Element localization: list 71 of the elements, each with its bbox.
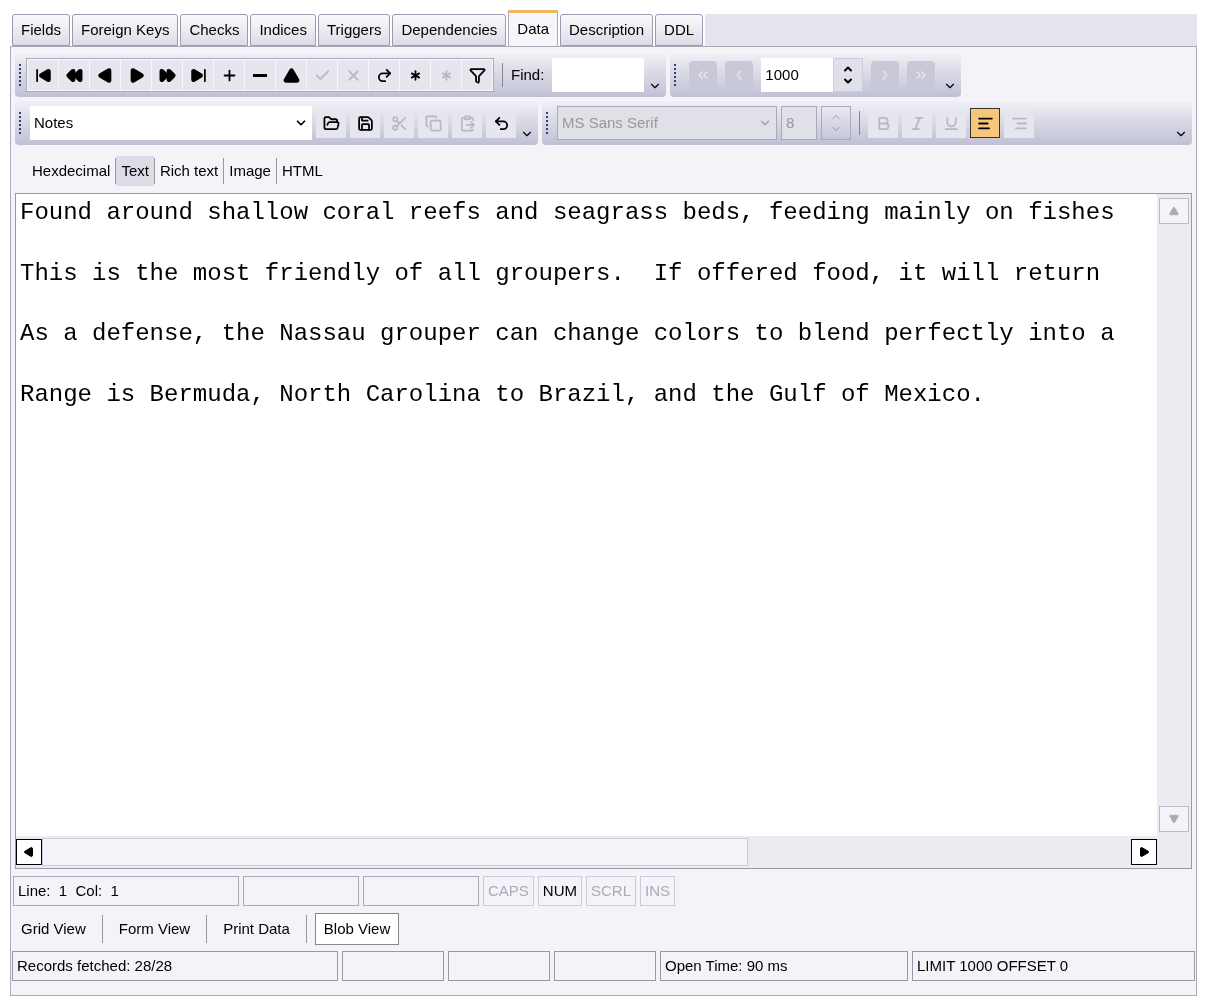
- undo-arrow-icon: [492, 114, 510, 132]
- tab[interactable]: Triggers: [317, 14, 391, 46]
- toolbar-button[interactable]: [245, 60, 275, 90]
- skip-forward-icon: [189, 66, 207, 84]
- text-line: Range is Bermuda, North Carolina to Brazil, and the Gulf of Mexico.: [20, 379, 985, 410]
- view-tab[interactable]: Image: [224, 156, 276, 186]
- folder-icon: [322, 114, 340, 132]
- cursor-position: Line: 1 Col: 1: [13, 876, 239, 906]
- fast-forward-icon: [158, 66, 176, 84]
- toolbar-button[interactable]: [276, 60, 306, 90]
- key-indicator: INS: [640, 876, 676, 906]
- rewind-icon: [65, 66, 83, 84]
- minus-icon: [253, 73, 267, 77]
- key-indicator: CAPS: [483, 876, 534, 906]
- clipboard-icon: [458, 114, 476, 132]
- toolbar-grip[interactable]: [546, 112, 549, 134]
- toolbar-grip[interactable]: [19, 64, 22, 86]
- scroll-right-icon[interactable]: [1138, 846, 1150, 858]
- toolbar-button[interactable]: [183, 60, 213, 90]
- status-panel: LIMIT 1000 OFFSET 0: [912, 951, 1195, 981]
- key-indicator: SCRL: [586, 876, 637, 906]
- text-line: This is the most friendly of all groupers. If offered food, it will return: [20, 258, 1101, 289]
- key-indicator: NUM: [537, 876, 583, 906]
- toolbar-button[interactable]: [369, 60, 399, 90]
- text-line: As a defense, the Nassau grouper can change colors to blend perfectly into a: [20, 319, 1115, 350]
- scissors-icon: [390, 114, 408, 132]
- toolbar-button[interactable]: [90, 60, 120, 90]
- toolbar-button[interactable]: [152, 60, 182, 90]
- tab[interactable]: Fields: [12, 14, 70, 46]
- skip-back-icon: [34, 66, 52, 84]
- tab[interactable]: Dependencies: [392, 14, 507, 46]
- toolbar-button[interactable]: [121, 60, 151, 90]
- copy-icon: [424, 114, 442, 132]
- filter-icon: [468, 66, 486, 84]
- status-panel: Open Time: 90 ms: [660, 951, 908, 981]
- view-mode-tab[interactable]: Grid View: [13, 913, 94, 945]
- save-icon: [356, 114, 374, 132]
- toolbar-button[interactable]: [400, 60, 430, 90]
- horizontal-scrollbar[interactable]: [16, 836, 1191, 868]
- tab[interactable]: Foreign Keys: [72, 14, 179, 46]
- toolbar-button[interactable]: [59, 60, 89, 90]
- view-tab[interactable]: HTML: [276, 156, 328, 186]
- toolbar-grip[interactable]: [19, 112, 22, 134]
- text-line: Found around shallow coral reefs and seagrass beds, feeding mainly on fishes: [20, 198, 1115, 228]
- view-tab[interactable]: Rich text: [154, 156, 224, 186]
- view-tab[interactable]: Text: [116, 156, 154, 186]
- limit-field[interactable]: 1000: [761, 58, 834, 92]
- status-panel: Records fetched: 28/28: [12, 951, 338, 981]
- view-mode-tab[interactable]: Print Data: [215, 913, 298, 945]
- toolbar-button[interactable]: [214, 60, 244, 90]
- triangle-up-icon: [282, 66, 300, 84]
- find-label: Find:: [511, 64, 545, 85]
- tab[interactable]: Description: [560, 14, 654, 46]
- toolbar-button[interactable]: [28, 60, 58, 90]
- toolbar-grip[interactable]: [674, 64, 678, 86]
- view-tab[interactable]: Hexdecimal: [27, 156, 116, 186]
- view-mode-tab[interactable]: Blob View: [314, 913, 400, 945]
- field-dropdown[interactable]: Notes: [30, 106, 312, 140]
- tab[interactable]: Checks: [180, 14, 249, 46]
- toolbar-button[interactable]: [462, 60, 492, 90]
- tab[interactable]: Indices: [250, 14, 316, 46]
- scroll-left-icon[interactable]: [23, 846, 35, 858]
- spin-button[interactable]: [833, 58, 864, 92]
- text-editor[interactable]: [15, 193, 1192, 869]
- redo-arrow-icon: [375, 66, 393, 84]
- underline-icon: [942, 114, 960, 132]
- view-mode-tab[interactable]: Form View: [110, 913, 199, 945]
- triangle-left-icon: [96, 66, 114, 84]
- find-field[interactable]: [552, 58, 645, 92]
- tab[interactable]: DDL: [655, 14, 704, 46]
- tab[interactable]: Data: [508, 10, 558, 46]
